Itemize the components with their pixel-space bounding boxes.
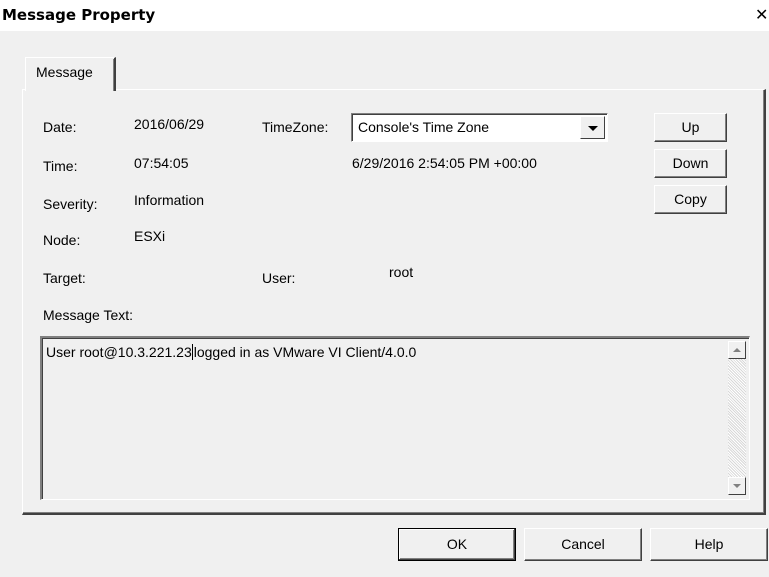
- tab-message-label: Message: [36, 64, 93, 80]
- message-text-content: User root@10.3.221.23 logged in as VMware…: [46, 344, 416, 360]
- scroll-down-arrow-icon: [733, 484, 741, 488]
- close-icon[interactable]: ✕: [755, 6, 769, 24]
- user-label: User:: [262, 270, 296, 286]
- severity-label: Severity:: [43, 196, 98, 212]
- help-button[interactable]: Help: [650, 528, 768, 561]
- up-button[interactable]: Up: [654, 113, 727, 142]
- chevron-down-icon: [588, 126, 598, 131]
- message-property-dialog: Message Property ✕ Message Date: 2016/06…: [0, 0, 769, 577]
- message-vertical-scrollbar[interactable]: [728, 341, 746, 495]
- date-label: Date:: [43, 119, 77, 135]
- message-text-frame: [42, 338, 749, 499]
- ok-button[interactable]: OK: [398, 528, 516, 561]
- title-bar[interactable]: Message Property ✕: [0, 0, 769, 31]
- user-value: root: [389, 264, 414, 280]
- text-caret: [191, 344, 193, 360]
- target-label: Target:: [43, 270, 86, 286]
- node-label: Node:: [43, 232, 81, 248]
- cancel-button[interactable]: Cancel: [524, 528, 642, 561]
- copy-button[interactable]: Copy: [654, 185, 727, 214]
- ok-button-label: OK: [446, 536, 468, 552]
- down-button[interactable]: Down: [654, 149, 727, 178]
- window-title: Message Property: [2, 6, 156, 24]
- help-button-label: Help: [694, 536, 724, 552]
- scroll-up-button[interactable]: [728, 341, 746, 359]
- cancel-button-label: Cancel: [561, 536, 605, 552]
- dropdown-button[interactable]: [580, 116, 605, 139]
- tab-message[interactable]: Message: [25, 57, 116, 91]
- scroll-up-arrow-icon: [733, 348, 741, 352]
- copy-button-label: Copy: [674, 191, 707, 207]
- time-value: 07:54:05: [134, 155, 189, 171]
- down-button-label: Down: [672, 155, 709, 171]
- timezone-select[interactable]: Console's Time Zone: [351, 113, 608, 142]
- time-label: Time:: [43, 158, 78, 174]
- converted-time-value: 6/29/2016 2:54:05 PM +00:00: [352, 155, 537, 171]
- scroll-down-button[interactable]: [728, 477, 746, 495]
- timezone-select-value: Console's Time Zone: [358, 119, 490, 135]
- tab-edge: [113, 59, 114, 91]
- message-text-part2: logged in as VMware VI Client/4.0.0: [193, 344, 417, 360]
- message-text-area[interactable]: User root@10.3.221.23 logged in as VMware…: [40, 336, 750, 500]
- message-text-label: Message Text:: [43, 307, 134, 323]
- severity-value: Information: [134, 192, 205, 208]
- date-value: 2016/06/29: [134, 116, 205, 132]
- up-button-label: Up: [681, 119, 700, 135]
- timezone-label: TimeZone:: [262, 119, 329, 135]
- node-value: ESXi: [134, 228, 166, 244]
- message-text-part1: User root@10.3.221.23: [46, 344, 192, 360]
